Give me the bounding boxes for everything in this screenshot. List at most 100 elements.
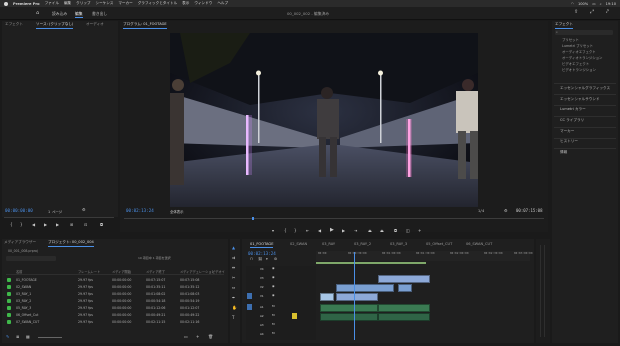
timeline-timecode[interactable]: 00:02:13:24 [248,251,276,256]
new-bin-icon[interactable]: ▭ [184,334,188,339]
seq-tab-offset-cut[interactable]: 05_Offset_CUT [426,242,452,246]
fullscreen-icon[interactable]: ⤢ [590,10,594,15]
program-playhead[interactable] [252,217,254,220]
video-clip[interactable] [378,275,430,283]
mute-icon[interactable]: M [272,313,275,317]
fx-video-transitions[interactable]: ビデオトランジション [562,67,596,72]
mark-out-icon[interactable]: } [20,222,23,227]
source-patch-a1[interactable] [247,304,252,310]
comparison-view-icon[interactable]: ◫ [406,228,410,233]
extract-icon[interactable]: ⏏ [380,228,384,233]
col-start[interactable]: メディア開始 [112,269,131,274]
list-view-icon[interactable]: ≣ [16,334,19,339]
mark-in-icon[interactable]: { [10,222,13,227]
track-label-a3[interactable]: A3 [260,323,264,327]
project-search-input[interactable] [6,256,56,261]
project-row[interactable]: 06_Offset_Cut 29.97 fps 00:00:00:00 00:0… [6,312,224,319]
effects-title[interactable]: エフェクト [555,22,573,29]
seq-tab-footage[interactable]: 01_FOOTAGE [250,242,274,248]
app-menu[interactable]: Premiere Pro [13,2,40,6]
slip-icon[interactable]: ⇔ [232,285,235,290]
seq-tab-ray-3[interactable]: 03_RAY_3 [390,242,407,246]
audio-clip[interactable] [320,304,378,312]
export-frame-icon[interactable]: ◘ [394,228,397,233]
project-row[interactable]: 07_SWAN_CUT 29.97 fps 00:00:00:00 00:02:… [6,319,224,326]
button-editor-icon[interactable]: + [418,228,421,233]
wrench-icon[interactable]: ⚙ [82,207,86,212]
play-icon[interactable]: ▶ [44,222,47,227]
home-icon[interactable]: ⌂ [36,11,39,16]
timeline-tracks[interactable] [316,252,530,340]
fx-audio-transitions[interactable]: オーディオトランジション [562,55,602,60]
audio-clip[interactable] [378,304,430,312]
source-patch-v1[interactable] [247,293,252,299]
apple-icon[interactable] [4,1,8,6]
track-select-icon[interactable]: ⇉ [232,255,235,260]
tab-import[interactable]: 読み込み [52,11,67,17]
source-timecode[interactable]: 00:00:00:00 [5,208,33,213]
menu-sequence[interactable]: シーケンス [96,1,114,6]
tab-edit[interactable]: 編集 [75,11,83,18]
step-back-icon[interactable]: ◀ [318,228,321,233]
step-back-icon[interactable]: ◀ [32,222,35,227]
type-tool-icon[interactable]: T [232,315,234,320]
menu-file[interactable]: ファイル [45,1,59,6]
eye-icon[interactable]: ◉ [272,275,275,279]
seq-tab-ray-2[interactable]: 03_RAY_2 [354,242,371,246]
menu-marker[interactable]: マーカー [118,1,132,6]
program-quality-select[interactable]: 1/4 [478,209,484,213]
col-end[interactable]: メディア終了 [146,269,165,274]
wrench-icon[interactable]: ⚙ [504,208,508,213]
step-forward-icon[interactable]: ▶ [56,222,59,227]
track-label-v2[interactable]: V2 [260,285,264,289]
program-timecode[interactable]: 00:02:13:24 [126,208,154,213]
panel-essential-sound[interactable]: エッセンシャルサウンド [560,97,600,102]
overwrite-icon[interactable]: ⊡ [84,222,87,227]
panel-history[interactable]: ヒストリー [560,139,578,144]
menu-help[interactable]: ヘルプ [217,1,228,6]
tab-source[interactable]: ソース: (クリップなし) [36,22,74,29]
add-marker-icon[interactable]: ▾ [272,228,274,233]
seq-tab-swan-cut[interactable]: 06_SWAN_CUT [466,242,492,246]
tab-export[interactable]: 書き出し [92,11,107,17]
track-label-v4[interactable]: V4 [260,267,264,271]
fx-video-effects[interactable]: ビデオエフェクト [562,61,589,66]
go-to-out-icon[interactable]: ⇥ [354,228,357,233]
tab-audio[interactable]: オーディオ [86,22,104,27]
share-icon[interactable]: ⤤ [606,10,609,15]
program-scrubber[interactable] [124,218,544,219]
source-scrubber[interactable] [4,217,114,218]
export-frame-icon[interactable]: ◘ [100,222,103,227]
track-label-a2[interactable]: A2 [260,314,264,318]
track-label-a1[interactable]: A1 [260,305,264,309]
pencil-icon[interactable]: ✎ [6,334,9,339]
zoom-slider[interactable] [38,337,62,338]
project-row[interactable]: 02_SWAN 29.97 fps 00:00:00:00 00:01:35:1… [6,284,224,291]
video-clip[interactable] [336,293,378,301]
track-label-a4[interactable]: A4 [260,332,264,336]
panel-info[interactable]: 情報 [560,150,567,155]
new-item-icon[interactable]: + [196,334,199,339]
col-video-in[interactable]: ビデオイ [212,269,225,274]
timeline-ruler[interactable]: 00:00 00:00:30:00 00:01:00:00 00:01:30:0… [316,251,533,261]
eye-icon[interactable]: ◉ [272,266,275,270]
audio-clip[interactable] [378,313,430,321]
project-row[interactable]: 03_RAY_1 29.97 fps 00:00:00:00 00:01:08:… [6,291,224,298]
program-title[interactable]: プログラム: 01_FOOTAGE [123,22,167,29]
panel-essential-graphics[interactable]: エッセンシャルグラフィックス [560,86,610,91]
play-icon[interactable]: ▶ [330,227,334,233]
solo-button[interactable] [292,313,297,319]
step-forward-icon[interactable]: ▶ [342,228,345,233]
col-duration[interactable]: メディアデュレーション [180,269,215,274]
fx-presets[interactable]: プリセット [562,37,579,42]
add-marker-icon[interactable]: ▾ [266,257,268,261]
pen-icon[interactable]: ✒ [232,295,235,300]
wrench-icon[interactable]: ⚙ [274,257,277,261]
seq-tab-swan[interactable]: 02_SWAN [290,242,307,246]
hand-icon[interactable]: ✋ [232,305,237,310]
mute-icon[interactable]: M [272,331,275,335]
panel-markers[interactable]: マーカー [560,129,574,134]
trash-icon[interactable]: 🗑 [208,334,213,339]
mark-in-icon[interactable]: { [284,228,287,233]
tab-project[interactable]: プロジェクト: 00_002_004 [48,240,94,247]
